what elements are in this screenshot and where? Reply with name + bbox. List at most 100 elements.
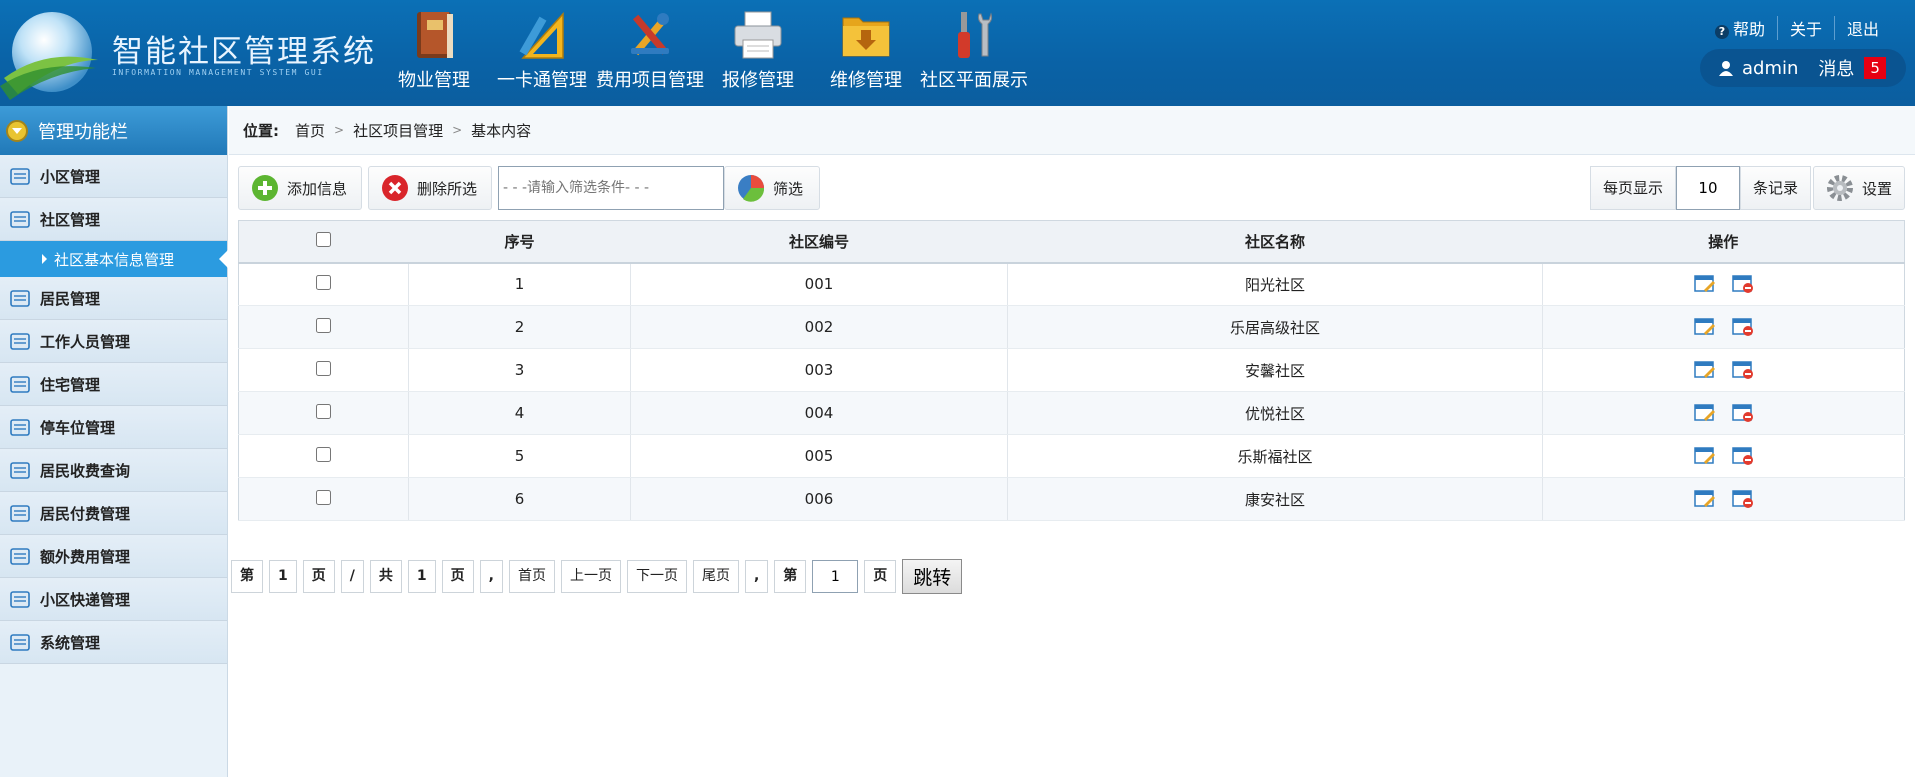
sidebar: 管理功能栏 小区管理社区管理 社区基本信息管理 居民管理工作人员管理住宅管理停车位管… [0,106,228,777]
globe-logo-icon [0,12,98,100]
community-table: 序号 社区编号 社区名称 操作 1 001 阳光社区 2 002 乐居高级社区 3 003 安馨… [238,220,1905,521]
cell-actions [1542,391,1905,435]
edit-icon[interactable] [1693,489,1716,509]
sidebar-item[interactable]: 住宅管理 [0,363,227,406]
pager-text: / [340,560,364,593]
nav-maintain[interactable]: 维修管理 [812,0,920,106]
row-select-cell [238,305,409,349]
edit-icon[interactable] [1693,360,1716,380]
nav-card[interactable]: 一卡通管理 [488,0,596,106]
sidebar-item[interactable]: 小区快递管理 [0,578,227,621]
message-count-badge: 5 [1864,57,1886,79]
sidebar-item[interactable]: 停车位管理 [0,406,227,449]
edit-icon[interactable] [1693,274,1716,294]
row-select-cell [238,434,409,478]
about-link[interactable]: 关于 [1776,16,1834,40]
breadcrumb-label: 位置: [243,121,279,140]
edit-icon [10,290,30,307]
edit-icon[interactable] [1693,403,1716,423]
sidebar-item[interactable]: 居民付费管理 [0,492,227,535]
collapse-arrow-icon[interactable] [6,119,28,142]
first-page-button[interactable]: 首页 [508,560,555,593]
filter-input[interactable] [498,166,724,210]
delete-row-icon[interactable] [1731,489,1754,509]
total-pages: 1 [407,560,436,593]
settings-button[interactable]: 设置 [1812,166,1905,210]
row-checkbox[interactable] [316,403,331,419]
sidebar-item[interactable]: 工作人员管理 [0,320,227,363]
delete-row-icon[interactable] [1731,446,1754,466]
sidebar-item[interactable]: 小区管理 [0,155,227,198]
row-checkbox[interactable] [316,446,331,462]
user-bar: admin 消息 5 [1700,49,1906,87]
edit-icon[interactable] [1693,317,1716,337]
filter-button[interactable]: 筛选 [724,166,820,210]
app-header: 智能社区管理系统 INFORMATION MANAGEMENT SYSTEM G… [0,0,1915,106]
sidebar-item[interactable]: 社区管理 [0,198,227,241]
sidebar-subitem-active[interactable]: 社区基本信息管理 [0,241,228,277]
tools-cross-icon [631,13,669,56]
next-page-button[interactable]: 下一页 [626,560,687,593]
select-all-checkbox[interactable] [316,231,332,247]
last-page-button[interactable]: 尾页 [692,560,739,593]
sidebar-item[interactable]: 居民管理 [0,277,227,320]
app-subtitle: INFORMATION MANAGEMENT SYSTEM GUI [112,68,324,77]
sidebar-item-label: 居民收费查询 [40,461,131,480]
row-checkbox[interactable] [316,274,331,290]
per-page-control: 每页显示 条记录 设置 [1589,166,1905,210]
table-row: 1 001 阳光社区 [238,262,1905,306]
cell-actions [1542,434,1905,478]
sidebar-item-label: 工作人员管理 [40,332,131,351]
nav-repair[interactable]: 报修管理 [704,0,812,106]
sidebar-item-label: 小区管理 [40,167,101,186]
row-checkbox[interactable] [316,489,331,505]
nav-property[interactable]: 物业管理 [380,0,488,106]
messages-link[interactable]: 消息 [1818,55,1854,81]
breadcrumb-separator-icon: > [334,123,345,137]
add-info-button[interactable]: 添加信息 [238,166,362,210]
pager-text: 页 [441,560,474,593]
calendar-icon [10,462,30,479]
help-link[interactable]: ? 帮助 [1703,16,1777,40]
delete-row-icon[interactable] [1731,403,1754,423]
row-select-cell [238,348,409,392]
username[interactable]: admin [1742,58,1798,79]
logout-link[interactable]: 退出 [1833,16,1891,40]
cell-code: 006 [630,477,1008,521]
sidebar-item[interactable]: 额外费用管理 [0,535,227,578]
pager-text: 共 [369,560,402,593]
pager-text: 第 [774,560,807,593]
cell-code: 003 [630,348,1008,392]
jump-page-input[interactable] [812,560,859,593]
delete-row-icon[interactable] [1731,274,1754,294]
sidebar-item[interactable]: 系统管理 [0,621,227,664]
breadcrumb-home[interactable]: 首页 [295,120,325,141]
nav-fees[interactable]: 费用项目管理 [596,0,704,106]
prev-page-button[interactable]: 上一页 [560,560,621,593]
edit-icon[interactable] [1693,446,1716,466]
delete-row-icon[interactable] [1731,317,1754,337]
row-checkbox[interactable] [316,317,331,333]
pie-chart-icon [738,175,765,202]
sidebar-item-label: 停车位管理 [40,418,116,437]
nav-community-map[interactable]: 社区平面展示 [920,0,1028,106]
select-all-header [238,220,409,264]
delete-selected-button[interactable]: 删除所选 [368,166,492,210]
cell-actions [1542,348,1905,392]
row-checkbox[interactable] [316,360,331,376]
sidebar-title: 管理功能栏 [38,121,128,143]
jump-button[interactable]: 跳转 [902,559,963,594]
sidebar-item[interactable]: 居民收费查询 [0,449,227,492]
cell-actions [1542,305,1905,349]
breadcrumb: 位置: 首页 > 社区项目管理 > 基本内容 [229,106,1915,155]
nav-label: 一卡通管理 [497,70,587,91]
breadcrumb-project[interactable]: 社区项目管理 [353,120,443,141]
per-page-input[interactable] [1675,166,1740,210]
app-title: 智能社区管理系统 [112,34,376,70]
header-code: 社区编号 [630,220,1008,264]
cell-code: 005 [630,434,1008,478]
table-row: 4 004 优悦社区 [238,391,1905,435]
toolbar: 添加信息 删除所选 筛选 每页显示 条记录 设置 [238,166,1905,210]
delete-row-icon[interactable] [1731,360,1754,380]
pagination: 第 1 页 / 共 1 页 , 首页 上一页 下一页 尾页 , 第 页 跳转 [231,559,963,594]
